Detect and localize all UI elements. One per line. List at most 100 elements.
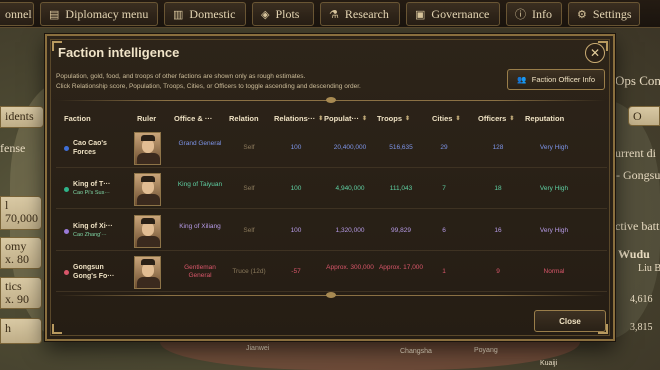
faction-name-text: Gongsun Gong's Fo··· xyxy=(73,264,115,280)
officers-cell: 16 xyxy=(494,227,502,234)
cities-cell: 1 xyxy=(442,268,446,275)
officers-cell: 128 xyxy=(492,144,504,151)
faction-ruler-sub: Cao Pi's Sus··· xyxy=(73,190,110,196)
col-reputation: Reputation xyxy=(525,114,564,123)
col-office: Office & ··· xyxy=(174,114,212,123)
relations-score-cell: -57 xyxy=(291,268,301,275)
col-troops[interactable]: Troops ⬍ xyxy=(377,114,410,123)
office-cell: Grand General xyxy=(178,140,222,147)
col-reputation-label: Reputation xyxy=(525,114,565,123)
reputation-cell: Normal xyxy=(543,268,565,275)
faction-name: King of T··· Cao Pi's Sus··· xyxy=(73,180,121,198)
right-panel-ops-title: Ops Con xyxy=(615,73,660,88)
col-officers[interactable]: Officers ⬍ xyxy=(478,114,514,123)
domestic-button[interactable]: ▥ Domestic xyxy=(164,2,246,26)
population-cell: Approx. 300,000 xyxy=(326,264,374,271)
ruler-portrait xyxy=(134,215,161,248)
research-icon: ⚗ xyxy=(329,8,339,21)
sort-icon: ⬍ xyxy=(405,116,411,122)
description-line-2: Click Relationship score, Population, Tr… xyxy=(56,83,361,90)
faction-ruler-sub: Cao Zhang'··· xyxy=(73,232,107,238)
plots-button[interactable]: ◈ Plots xyxy=(252,2,314,26)
map-label-changsha[interactable]: Changsha xyxy=(400,348,432,355)
troops-cell: 516,635 xyxy=(389,144,413,151)
table-row[interactable]: Cao Cao's Forces Grand General Self 100 20,4… xyxy=(56,128,607,168)
left-panel-stat-5-label: h xyxy=(5,321,11,335)
relation-cell: Self xyxy=(243,227,255,234)
col-relation: Relation xyxy=(229,114,259,123)
col-officers-label: Officers xyxy=(478,114,507,123)
faction-officer-info-label: Faction Officer Info xyxy=(531,75,595,84)
diplomacy-label: Diplomacy menu xyxy=(65,6,149,21)
governance-button[interactable]: ▣ Governance xyxy=(406,2,500,26)
right-panel-button[interactable]: O xyxy=(628,106,660,126)
col-relations-score[interactable]: Relations··· ⬍ xyxy=(274,114,323,123)
corner-ornament xyxy=(598,324,608,334)
sort-icon: ⬍ xyxy=(362,116,368,122)
relations-score-cell: 100 xyxy=(290,185,302,192)
faction-name: Gongsun Gong's Fo··· xyxy=(73,263,121,281)
map-label-jianwei[interactable]: Jianwei xyxy=(246,345,269,352)
diplomacy-icon: ▤ xyxy=(49,8,60,21)
sort-icon: ⬍ xyxy=(318,116,324,122)
col-office-label: Office & ··· xyxy=(174,114,213,123)
table-row[interactable]: King of T··· Cao Pi's Sus··· King of Taiyu… xyxy=(56,169,607,209)
right-panel-value-2: 3,815 xyxy=(630,322,653,333)
left-panel-stat-1[interactable]: l 70,000 xyxy=(0,196,42,230)
left-panel-logistics-label: tics xyxy=(5,279,22,293)
left-panel-economy[interactable]: omy x. 80 xyxy=(0,237,42,269)
left-panel-defense: fense xyxy=(0,141,26,155)
office-cell: Gentleman General xyxy=(184,264,216,279)
map-label-poyang[interactable]: Poyang xyxy=(474,347,498,354)
office-cell: King of Xiliang xyxy=(179,223,221,230)
left-panel-economy-value: x. 80 xyxy=(5,252,29,266)
info-icon: ⓘ xyxy=(515,9,526,21)
table-row[interactable]: King of Xi··· Cao Zhang'··· King of Xilian… xyxy=(56,211,607,251)
col-relation-label: Relation xyxy=(229,114,259,123)
left-panel-residents[interactable]: idents xyxy=(0,106,44,128)
table-row[interactable]: Gongsun Gong's Fo··· Gentleman General Tru… xyxy=(56,252,607,292)
col-cities[interactable]: Cities ⬍ xyxy=(432,114,460,123)
population-cell: 4,940,000 xyxy=(335,185,365,192)
right-panel-wudu: Wudu xyxy=(618,247,650,261)
relation-cell: Self xyxy=(243,185,255,192)
top-menu-bar: onnel ▤ Diplomacy menu ▥ Domestic ◈ Plots ⚗… xyxy=(0,0,660,28)
troops-cell: Approx. 17,000 xyxy=(378,264,424,271)
left-panel-stat-5[interactable]: h xyxy=(0,318,42,344)
map-label-kuaiji[interactable]: Kuaiji xyxy=(540,360,557,367)
table-header: Faction Ruler Office & ··· Relation Rela… xyxy=(56,110,607,126)
faction-name-text: Cao Cao's Forces xyxy=(73,140,107,156)
col-troops-label: Troops xyxy=(377,114,403,123)
col-population-label: Populat··· xyxy=(324,114,359,123)
faction-intelligence-dialog: Faction intelligence ✕ Population, gold,… xyxy=(45,34,615,341)
plots-icon: ◈ xyxy=(261,8,270,21)
ruler-portrait xyxy=(134,132,161,165)
faction-officer-info-button[interactable]: 👥 Faction Officer Info xyxy=(507,69,605,90)
governance-label: Governance xyxy=(431,6,490,21)
research-button[interactable]: ⚗ Research xyxy=(320,2,400,26)
cities-cell: 6 xyxy=(442,227,446,234)
col-ruler: Ruler xyxy=(137,114,156,123)
personnel-button[interactable]: onnel xyxy=(0,2,34,26)
col-relations-score-label: Relations··· xyxy=(274,114,316,123)
divider-ornament xyxy=(326,97,336,103)
relations-score-cell: 100 xyxy=(290,227,302,234)
corner-ornament xyxy=(598,41,608,51)
diplomacy-menu-button[interactable]: ▤ Diplomacy menu xyxy=(40,2,158,26)
left-panel-logistics[interactable]: tics x. 90 xyxy=(0,277,42,309)
col-population[interactable]: Populat··· ⬍ xyxy=(324,114,367,123)
troops-cell: 111,043 xyxy=(389,185,413,192)
close-button[interactable]: Close xyxy=(534,310,606,332)
close-button-label: Close xyxy=(559,316,581,326)
footer-divider-ornament xyxy=(326,292,336,298)
settings-button[interactable]: ⚙ Settings xyxy=(568,2,640,26)
right-panel-value-1: 4,616 xyxy=(630,294,653,305)
description-line-1: Population, gold, food, and troops of ot… xyxy=(56,73,306,80)
cities-cell: 7 xyxy=(442,185,446,192)
sort-icon: ⬍ xyxy=(509,116,515,122)
domestic-label: Domestic xyxy=(189,6,236,21)
right-panel-current-diplomacy: urrent di xyxy=(615,146,656,160)
population-cell: 20,400,000 xyxy=(333,144,367,151)
plots-label: Plots xyxy=(275,6,300,21)
info-button[interactable]: ⓘ Info xyxy=(506,2,562,26)
